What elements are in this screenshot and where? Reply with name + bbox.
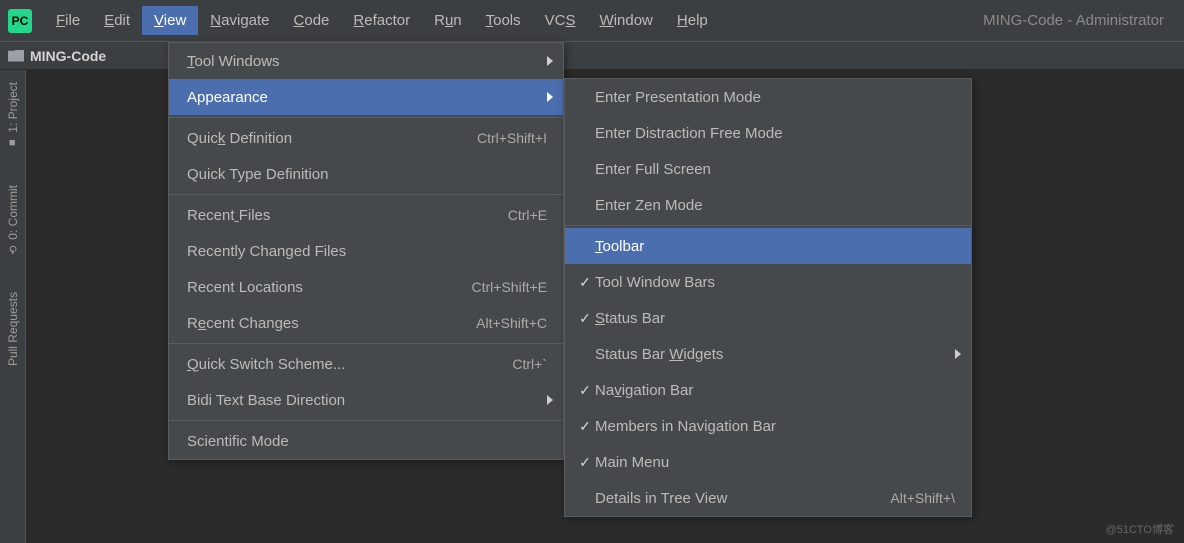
menu-refactor[interactable]: Refactor bbox=[341, 6, 422, 35]
menu-view[interactable]: View bbox=[142, 6, 198, 35]
menu-window[interactable]: Window bbox=[588, 6, 665, 35]
menu-item-label: Enter Full Screen bbox=[595, 161, 955, 178]
menu-item-appearance[interactable]: Appearance bbox=[169, 79, 563, 115]
menu-file[interactable]: File bbox=[44, 6, 92, 35]
menu-item-recent-locations[interactable]: Recent LocationsCtrl+Shift+E bbox=[169, 269, 563, 305]
menu-run[interactable]: Run bbox=[422, 6, 474, 35]
menu-item-status-bar[interactable]: ✓Status Bar bbox=[565, 300, 971, 336]
menu-item-quick-switch-scheme-[interactable]: Quick Switch Scheme...Ctrl+` bbox=[169, 346, 563, 382]
menu-item-toolbar[interactable]: Toolbar bbox=[565, 228, 971, 264]
menu-item-label: Main Menu bbox=[595, 454, 955, 471]
menu-item-status-bar-widgets[interactable]: Status Bar Widgets bbox=[565, 336, 971, 372]
menu-item-recently-changed-files[interactable]: Recently Changed Files bbox=[169, 233, 563, 269]
menu-item-enter-zen-mode[interactable]: Enter Zen Mode bbox=[565, 187, 971, 223]
menu-separator bbox=[169, 117, 563, 118]
tool-window--project[interactable]: ■1: Project bbox=[6, 78, 20, 153]
menu-item-enter-full-screen[interactable]: Enter Full Screen bbox=[565, 151, 971, 187]
menu-item-label: Details in Tree View bbox=[595, 490, 890, 507]
menu-item-label: Recently Changed Files bbox=[187, 243, 547, 260]
menu-item-main-menu[interactable]: ✓Main Menu bbox=[565, 444, 971, 480]
tool-window-stripe-left: ■1: Project ⟲0: Commit Pull Requests bbox=[0, 70, 26, 543]
menu-item-label: Enter Zen Mode bbox=[595, 197, 955, 214]
menu-item-label: Bidi Text Base Direction bbox=[187, 392, 547, 409]
submenu-arrow-icon bbox=[955, 349, 961, 359]
menu-item-label: Status Bar bbox=[595, 310, 955, 327]
menu-tools[interactable]: Tools bbox=[474, 6, 533, 35]
check-icon: ✓ bbox=[575, 382, 595, 399]
menu-item-label: Members in Navigation Bar bbox=[595, 418, 955, 435]
menu-shortcut: Ctrl+Shift+E bbox=[472, 279, 547, 295]
menu-vcs[interactable]: VCS bbox=[533, 6, 588, 35]
menu-bar: FileEditViewNavigateCodeRefactorRunTools… bbox=[44, 6, 720, 35]
menu-separator bbox=[169, 194, 563, 195]
menu-item-label: Recent Locations bbox=[187, 279, 472, 296]
menu-item-details-in-tree-view[interactable]: Details in Tree ViewAlt+Shift+\ bbox=[565, 480, 971, 516]
check-icon: ✓ bbox=[575, 274, 595, 291]
check-icon: ✓ bbox=[575, 310, 595, 327]
menu-item-label: Tool Windows bbox=[187, 53, 547, 70]
check-icon: ✓ bbox=[575, 418, 595, 435]
menu-item-navigation-bar[interactable]: ✓Navigation Bar bbox=[565, 372, 971, 408]
menu-item-quick-type-definition[interactable]: Quick Type Definition bbox=[169, 156, 563, 192]
menu-item-label: Enter Distraction Free Mode bbox=[595, 125, 955, 142]
submenu-arrow-icon bbox=[547, 92, 553, 102]
menu-item-label: Navigation Bar bbox=[595, 382, 955, 399]
menu-item-tool-window-bars[interactable]: ✓Tool Window Bars bbox=[565, 264, 971, 300]
tool-window--commit[interactable]: ⟲0: Commit bbox=[6, 181, 20, 261]
menu-item-quick-definition[interactable]: Quick DefinitionCtrl+Shift+I bbox=[169, 120, 563, 156]
menu-navigate[interactable]: Navigate bbox=[198, 6, 281, 35]
submenu-arrow-icon bbox=[547, 56, 553, 66]
title-bar: PC FileEditViewNavigateCodeRefactorRunTo… bbox=[0, 0, 1184, 42]
view-menu-dropdown: Tool WindowsAppearanceQuick DefinitionCt… bbox=[168, 42, 564, 460]
menu-item-enter-presentation-mode[interactable]: Enter Presentation Mode bbox=[565, 79, 971, 115]
folder-icon bbox=[8, 50, 24, 62]
menu-item-tool-windows[interactable]: Tool Windows bbox=[169, 43, 563, 79]
menu-item-label: Toolbar bbox=[595, 238, 955, 255]
menu-item-label: Quick Switch Scheme... bbox=[187, 356, 512, 373]
menu-item-members-in-navigation-bar[interactable]: ✓Members in Navigation Bar bbox=[565, 408, 971, 444]
check-icon: ✓ bbox=[575, 454, 595, 471]
window-title: MING-Code - Administrator bbox=[983, 12, 1164, 29]
watermark-text: @51CTO博客 bbox=[1106, 521, 1174, 537]
menu-edit[interactable]: Edit bbox=[92, 6, 142, 35]
project-name[interactable]: MING-Code bbox=[30, 48, 106, 64]
appearance-submenu-dropdown: Enter Presentation Mode Enter Distraction… bbox=[564, 78, 972, 517]
menu-shortcut: Ctrl+Shift+I bbox=[477, 130, 547, 146]
menu-shortcut: Alt+Shift+C bbox=[476, 315, 547, 331]
menu-item-enter-distraction-free-mode[interactable]: Enter Distraction Free Mode bbox=[565, 115, 971, 151]
menu-item-label: Recent Files bbox=[187, 207, 508, 224]
menu-code[interactable]: Code bbox=[282, 6, 342, 35]
menu-separator bbox=[565, 225, 971, 226]
menu-item-recent-changes[interactable]: Recent ChangesAlt+Shift+C bbox=[169, 305, 563, 341]
menu-shortcut: Ctrl+` bbox=[512, 356, 547, 372]
tool-window-pull-requests[interactable]: Pull Requests bbox=[6, 288, 20, 370]
menu-separator bbox=[169, 343, 563, 344]
menu-item-label: Enter Presentation Mode bbox=[595, 89, 955, 106]
menu-item-label: Appearance bbox=[187, 89, 547, 106]
menu-shortcut: Ctrl+E bbox=[508, 207, 547, 223]
menu-item-label: Recent Changes bbox=[187, 315, 476, 332]
menu-item-label: Tool Window Bars bbox=[595, 274, 955, 291]
menu-item-label: Quick Definition bbox=[187, 130, 477, 147]
menu-item-recent-files[interactable]: Recent FilesCtrl+E bbox=[169, 197, 563, 233]
pycharm-icon: PC bbox=[8, 9, 32, 33]
menu-item-scientific-mode[interactable]: Scientific Mode bbox=[169, 423, 563, 459]
menu-help[interactable]: Help bbox=[665, 6, 720, 35]
menu-item-bidi-text-base-direction[interactable]: Bidi Text Base Direction bbox=[169, 382, 563, 418]
submenu-arrow-icon bbox=[547, 395, 553, 405]
menu-shortcut: Alt+Shift+\ bbox=[890, 490, 955, 506]
menu-item-label: Scientific Mode bbox=[187, 433, 547, 450]
menu-separator bbox=[169, 420, 563, 421]
menu-item-label: Status Bar Widgets bbox=[595, 346, 955, 363]
menu-item-label: Quick Type Definition bbox=[187, 166, 547, 183]
